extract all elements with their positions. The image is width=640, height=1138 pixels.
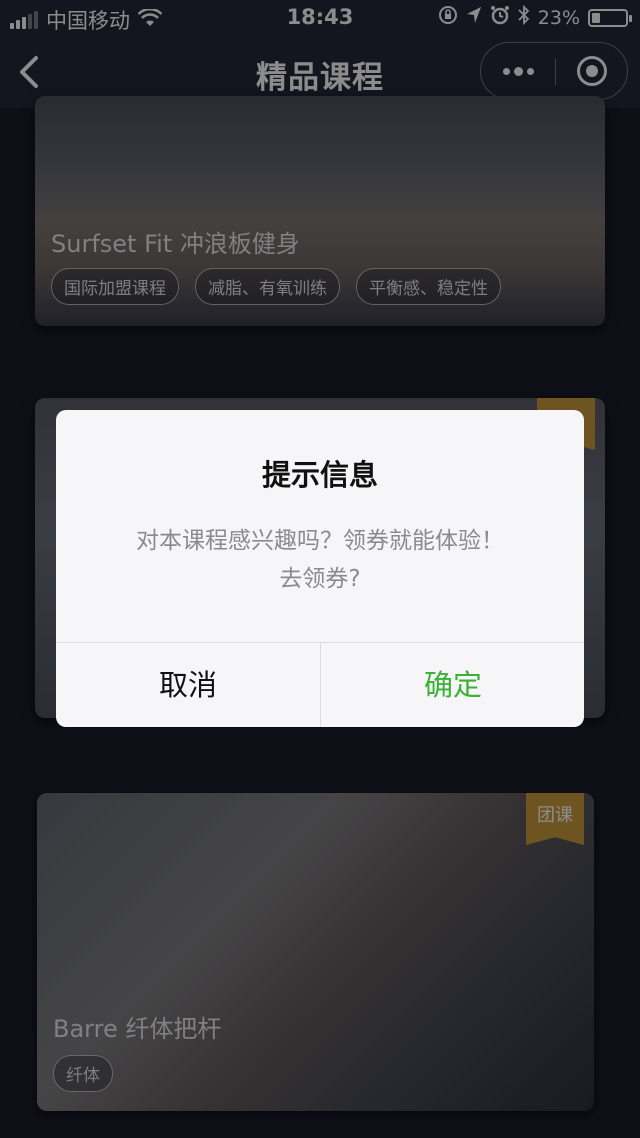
alert-dialog: 提示信息 对本课程感兴趣吗？领券就能体验！ 去领券? 取消 确定 <box>56 410 584 727</box>
dialog-message-line: 去领券? <box>279 566 361 592</box>
dialog-message-line: 对本课程感兴趣吗？领券就能体验！ <box>136 528 504 554</box>
cancel-button[interactable]: 取消 <box>56 643 320 727</box>
dialog-message: 对本课程感兴趣吗？领券就能体验！ 去领券? <box>76 522 564 598</box>
confirm-button[interactable]: 确定 <box>321 643 584 727</box>
dialog-title: 提示信息 <box>261 458 378 492</box>
